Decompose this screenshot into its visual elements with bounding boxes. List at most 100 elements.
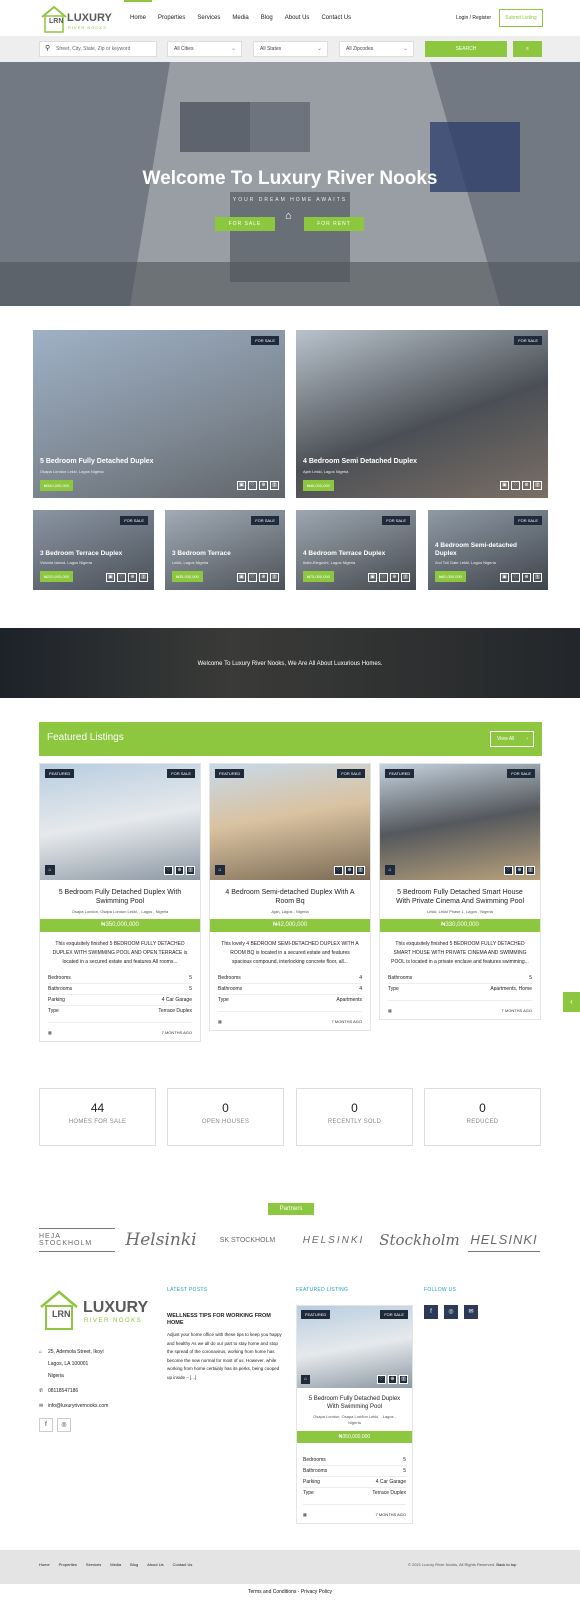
partner-logo[interactable]: HELSINKI <box>296 1228 371 1252</box>
facebook-icon[interactable]: f <box>424 1305 438 1319</box>
card-title[interactable]: 4 Bedroom Semi-detached Duplex With A Ro… <box>210 880 370 906</box>
terms-link[interactable]: Terms and Conditions <box>248 1589 296 1595</box>
image-icon[interactable]: ▣ <box>106 573 115 582</box>
heart-icon[interactable]: ♡ <box>248 573 257 582</box>
nav-contact[interactable]: Contact Us <box>315 0 357 36</box>
advanced-filter-button[interactable]: ≡ <box>513 41 542 57</box>
partner-logo[interactable]: Helsinki <box>125 1228 196 1252</box>
heart-icon[interactable]: ♡ <box>504 866 513 875</box>
chart-icon[interactable]: ▥ <box>270 573 279 582</box>
heart-icon[interactable]: ♡ <box>117 573 126 582</box>
footer-featured-card[interactable]: FEATURED FOR SALE ⌂ ♡ ⊕ ▥ 5 Bedroom Fully … <box>296 1305 413 1524</box>
side-panel-toggle[interactable]: ‹ <box>563 992 580 1012</box>
card-image[interactable]: FEATURED FOR SALE ⌂ ♡ ⊕ ▥ <box>40 764 200 880</box>
nav-blog[interactable]: Blog <box>255 0 279 36</box>
image-icon[interactable]: ▣ <box>237 573 246 582</box>
property-tile[interactable]: FOR SALE 4 Bedroom Semi Detached Duplex … <box>296 330 548 498</box>
footer-nav-properties[interactable]: Properties <box>59 1562 77 1567</box>
card-image[interactable]: FEATURED FOR SALE ⌂ ♡ ⊕ ▥ <box>297 1306 412 1388</box>
heart-icon[interactable]: ♡ <box>377 1375 386 1384</box>
compare-icon[interactable]: ⊕ <box>175 866 184 875</box>
featured-card[interactable]: FEATURED FOR SALE ⌂ ♡ ⊕ ▥ 5 Bedroom Fully … <box>39 763 201 1042</box>
property-tile[interactable]: FOR SALE 4 Bedroom Semi-detached Duplex … <box>428 510 548 590</box>
heart-icon[interactable]: ♡ <box>511 481 520 490</box>
footer-nav-contact[interactable]: Contact Us <box>173 1562 193 1567</box>
chart-icon[interactable]: ▥ <box>401 573 410 582</box>
compare-icon[interactable]: ⊕ <box>259 481 268 490</box>
partner-logo[interactable]: HELSINKI <box>468 1228 540 1252</box>
chart-icon[interactable]: ▥ <box>526 866 535 875</box>
tile-title[interactable]: 3 Bedroom Terrace Duplex <box>40 550 122 557</box>
footer-nav-home[interactable]: Home <box>39 1562 50 1567</box>
heart-icon[interactable]: ♡ <box>164 866 173 875</box>
property-tile[interactable]: FOR SALE 5 Bedroom Fully Detached Duplex… <box>33 330 285 498</box>
tile-title[interactable]: 4 Bedroom Semi Detached Duplex <box>303 458 417 465</box>
footer-nav-services[interactable]: Services <box>86 1562 101 1567</box>
compare-icon[interactable]: ⊕ <box>515 866 524 875</box>
chart-icon[interactable]: ▥ <box>270 481 279 490</box>
zipcode-select[interactable]: All Zipcodes ⌄ <box>339 41 414 57</box>
card-title[interactable]: 5 Bedroom Fully Detached Duplex With Swi… <box>297 1388 412 1411</box>
footer-logo[interactable]: LRN LUXURY RIVER NOOKS <box>39 1289 159 1331</box>
state-select[interactable]: All States ⌄ <box>253 41 328 57</box>
compare-icon[interactable]: ⊕ <box>259 573 268 582</box>
nav-services[interactable]: Services <box>191 0 226 36</box>
featured-card[interactable]: FEATURED FOR SALE ⌂ ♡ ⊕ ▥ 4 Bedroom Semi-d… <box>209 763 371 1031</box>
chart-icon[interactable]: ▥ <box>356 866 365 875</box>
chart-icon[interactable]: ▥ <box>186 866 195 875</box>
facebook-icon[interactable]: f <box>39 1418 53 1432</box>
privacy-link[interactable]: Privacy Policy <box>301 1589 332 1595</box>
property-tile[interactable]: FOR SALE 4 Bedroom Terrace Duplex Ikate-… <box>296 510 416 590</box>
featured-card[interactable]: FEATURED FOR SALE ⌂ ♡ ⊕ ▥ 5 Bedroom Fully … <box>379 763 541 1020</box>
image-icon[interactable]: ▣ <box>500 573 509 582</box>
nav-media[interactable]: Media <box>226 0 254 36</box>
property-tile[interactable]: FOR SALE 3 Bedroom Terrace Duplex Victor… <box>33 510 154 590</box>
compare-icon[interactable]: ⊕ <box>345 866 354 875</box>
footer-nav-about[interactable]: About Us <box>147 1562 163 1567</box>
submit-listing-button[interactable]: Submit Listing <box>499 9 543 27</box>
partner-logo[interactable]: SK STOCKHOLM <box>210 1228 285 1252</box>
city-select[interactable]: All Cities ⌄ <box>167 41 242 57</box>
chart-icon[interactable]: ▥ <box>533 573 542 582</box>
heart-icon[interactable]: ♡ <box>334 866 343 875</box>
compare-icon[interactable]: ⊕ <box>390 573 399 582</box>
search-button[interactable]: SEARCH <box>425 41 507 57</box>
for-sale-button[interactable]: FOR SALE <box>215 217 275 231</box>
footer-nav-blog[interactable]: Blog <box>130 1562 138 1567</box>
card-image[interactable]: FEATURED FOR SALE ⌂ ♡ ⊕ ▥ <box>380 764 540 880</box>
card-title[interactable]: 5 Bedroom Fully Detached Duplex With Swi… <box>40 880 200 906</box>
footer-phone[interactable]: 08118547186 <box>48 1388 78 1394</box>
back-to-top-link[interactable]: Back to top <box>496 1562 516 1567</box>
nav-home[interactable]: Home <box>124 0 153 36</box>
site-logo[interactable]: LRN LUXURY RIVER NOOKS <box>40 4 120 34</box>
instagram-icon[interactable]: ◎ <box>444 1305 458 1319</box>
post-title[interactable]: WELLNESS TIPS FOR WORKING FROM HOME <box>167 1313 282 1327</box>
login-register-link[interactable]: Login / Register <box>456 15 491 21</box>
view-all-button[interactable]: View All › <box>490 731 534 747</box>
heart-icon[interactable]: ♡ <box>379 573 388 582</box>
partner-logo[interactable]: HEJA STOCKHOLM <box>39 1228 115 1252</box>
footer-nav-media[interactable]: Media <box>110 1562 121 1567</box>
heart-icon[interactable]: ♡ <box>248 481 257 490</box>
search-input[interactable]: ⚲ Street, City, State, Zip or keyword <box>39 41 157 57</box>
image-icon[interactable]: ▣ <box>237 481 246 490</box>
for-rent-button[interactable]: FOR RENT <box>304 217 364 231</box>
compare-icon[interactable]: ⊕ <box>128 573 137 582</box>
partner-logo[interactable]: Stockholm <box>379 1228 460 1252</box>
property-tile[interactable]: FOR SALE 3 Bedroom Terrace Lekki, Lagos … <box>165 510 285 590</box>
image-icon[interactable]: ▣ <box>368 573 377 582</box>
tile-title[interactable]: 3 Bedroom Terrace <box>172 550 231 557</box>
tile-title[interactable]: 4 Bedroom Semi-detached Duplex <box>435 542 540 558</box>
nav-about[interactable]: About Us <box>279 0 316 36</box>
card-title[interactable]: 5 Bedroom Fully Detached Smart House Wit… <box>380 880 540 906</box>
tile-title[interactable]: 5 Bedroom Fully Detached Duplex <box>40 458 154 465</box>
tile-title[interactable]: 4 Bedroom Terrace Duplex <box>303 550 385 557</box>
chart-icon[interactable]: ▥ <box>533 481 542 490</box>
chart-icon[interactable]: ▥ <box>399 1375 408 1384</box>
footer-email[interactable]: info@luxuryrivernooks.com <box>48 1403 108 1409</box>
compare-icon[interactable]: ⊕ <box>522 573 531 582</box>
heart-icon[interactable]: ♡ <box>511 573 520 582</box>
compare-icon[interactable]: ⊕ <box>388 1375 397 1384</box>
email-icon[interactable]: ✉ <box>464 1305 478 1319</box>
instagram-icon[interactable]: ◎ <box>57 1418 71 1432</box>
